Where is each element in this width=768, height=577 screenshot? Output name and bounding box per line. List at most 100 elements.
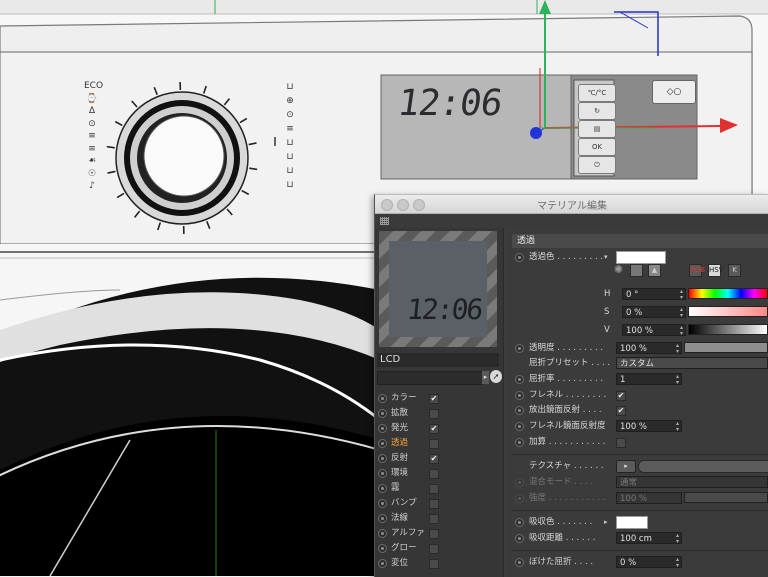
start-button: ◇○: [652, 80, 696, 104]
spectrum-icon[interactable]: [630, 264, 643, 277]
channel-item[interactable]: バンプ: [375, 496, 499, 511]
stepper-icon[interactable]: ▴▾: [680, 307, 683, 319]
anim-dot-icon[interactable]: [515, 422, 524, 431]
anim-dot-icon[interactable]: [515, 518, 524, 527]
saturation-slider[interactable]: [688, 306, 768, 317]
channel-checkbox[interactable]: ✔: [429, 394, 439, 404]
stepper-icon[interactable]: ▴▾: [676, 374, 679, 386]
hue-slider[interactable]: [688, 288, 768, 299]
channel-item[interactable]: 法線: [375, 511, 499, 526]
expand-icon[interactable]: ▸: [604, 515, 608, 529]
brightness-field[interactable]: 100 %▴▾: [616, 342, 682, 354]
channel-item[interactable]: アルファ: [375, 526, 499, 541]
channel-item[interactable]: 霧: [375, 481, 499, 496]
channel-item[interactable]: 変位: [375, 556, 499, 571]
color-wheel-icon[interactable]: ✺: [612, 264, 625, 277]
channel-checkbox[interactable]: [429, 499, 439, 509]
absorption-color-swatch[interactable]: [616, 516, 648, 529]
stepper-icon[interactable]: ▴▾: [676, 343, 679, 355]
stepper-icon[interactable]: ▴▾: [680, 289, 683, 301]
channel-item[interactable]: 環境: [375, 466, 499, 481]
search-input[interactable]: [377, 371, 483, 385]
channel-checkbox[interactable]: [429, 559, 439, 569]
channel-item[interactable]: グロー: [375, 541, 499, 556]
image-icon[interactable]: ▲: [648, 264, 661, 277]
material-preview[interactable]: 12:06: [379, 231, 497, 347]
additive-checkbox[interactable]: [616, 438, 626, 448]
title-bar[interactable]: マテリアル編集: [375, 195, 768, 214]
color-swatch[interactable]: [616, 251, 666, 264]
value-slider[interactable]: [688, 324, 768, 335]
channel-checkbox[interactable]: [429, 484, 439, 494]
radio-icon[interactable]: [378, 544, 387, 553]
radio-icon[interactable]: [378, 469, 387, 478]
radio-icon[interactable]: [378, 499, 387, 508]
exit-reflection-checkbox[interactable]: ✔: [616, 406, 626, 416]
radio-icon[interactable]: [378, 559, 387, 568]
ior-field[interactable]: 1▴▾: [616, 373, 682, 385]
expand-icon[interactable]: ▾: [604, 250, 608, 264]
channel-item[interactable]: 発光✔: [375, 421, 499, 436]
divider: [512, 510, 768, 511]
radio-icon[interactable]: [378, 529, 387, 538]
anim-dot-icon[interactable]: [515, 253, 524, 262]
fresnel-checkbox[interactable]: ✔: [616, 391, 626, 401]
radio-icon[interactable]: [378, 394, 387, 403]
stepper-icon[interactable]: ▴▾: [676, 557, 679, 569]
anim-dot-icon[interactable]: [515, 534, 524, 543]
channel-checkbox[interactable]: [429, 469, 439, 479]
stepper-icon[interactable]: ▴▾: [680, 325, 683, 337]
radio-icon[interactable]: [378, 484, 387, 493]
strength-label: 強度 . . . . . . . . . . .: [529, 491, 605, 505]
h-row: H 0 °▴▾: [512, 287, 768, 301]
hsv-mode-button[interactable]: HSV: [708, 264, 721, 277]
channel-checkbox[interactable]: [429, 439, 439, 449]
s-row: S 0 %▴▾: [512, 305, 768, 319]
blurriness-field[interactable]: 0 %▴▾: [616, 556, 682, 568]
power-button: ⏻: [578, 156, 616, 174]
channel-checkbox[interactable]: [429, 514, 439, 524]
channel-item[interactable]: 拡散: [375, 406, 499, 421]
absorption-distance-field[interactable]: 100 cm▴▾: [616, 532, 682, 544]
texture-menu-button[interactable]: ▸: [616, 460, 636, 473]
anim-dot-icon[interactable]: [515, 375, 524, 384]
grid-icon[interactable]: [380, 217, 389, 225]
radio-icon[interactable]: [378, 424, 387, 433]
anim-dot-icon[interactable]: [515, 406, 524, 415]
s-field[interactable]: 0 %▴▾: [622, 306, 686, 318]
channel-checkbox[interactable]: [429, 529, 439, 539]
preset-dropdown[interactable]: カスタム: [616, 357, 768, 369]
anim-dot-icon[interactable]: [515, 391, 524, 400]
channel-checkbox[interactable]: [429, 409, 439, 419]
channel-item[interactable]: カラー✔: [375, 391, 499, 406]
material-name[interactable]: LCD: [377, 353, 499, 367]
channel-checkbox[interactable]: [429, 544, 439, 554]
window-title: マテリアル編集: [375, 197, 768, 212]
kelvin-mode-button[interactable]: K: [728, 264, 741, 277]
anim-dot-icon[interactable]: [515, 558, 524, 567]
channel-item[interactable]: 透過: [375, 436, 499, 451]
texture-slot[interactable]: [638, 460, 768, 473]
material-editor-window[interactable]: マテリアル編集 12:06 LCD ▸ ➚ カラー✔ 拡散 発光✔ 透過 反射✔…: [374, 194, 768, 577]
rgb-mode-button[interactable]: RGB: [689, 264, 702, 277]
channel-checkbox[interactable]: ✔: [429, 454, 439, 464]
radio-icon[interactable]: [378, 514, 387, 523]
anim-dot-icon[interactable]: [515, 438, 524, 447]
radio-icon[interactable]: [378, 439, 387, 448]
stepper-icon[interactable]: ▴▾: [676, 533, 679, 545]
stepper-icon[interactable]: ▴▾: [676, 421, 679, 433]
h-field[interactable]: 0 °▴▾: [622, 288, 686, 300]
pick-cursor-icon[interactable]: ➚: [490, 370, 502, 383]
brightness-slider[interactable]: [684, 342, 768, 353]
fresnel-reflectivity-field[interactable]: 100 %▴▾: [616, 420, 682, 432]
v-field[interactable]: 100 %▴▾: [622, 324, 686, 336]
radio-icon[interactable]: [378, 454, 387, 463]
anim-dot-icon[interactable]: [515, 344, 524, 353]
channel-label: 透過: [391, 436, 408, 451]
radio-icon[interactable]: [378, 409, 387, 418]
s-label: S: [604, 305, 609, 319]
exit-reflection-label: 放出鏡面反射 . . . .: [529, 403, 602, 417]
channel-item[interactable]: 反射✔: [375, 451, 499, 466]
channel-checkbox[interactable]: ✔: [429, 424, 439, 434]
arrow-right-icon[interactable]: ▸: [482, 371, 489, 384]
